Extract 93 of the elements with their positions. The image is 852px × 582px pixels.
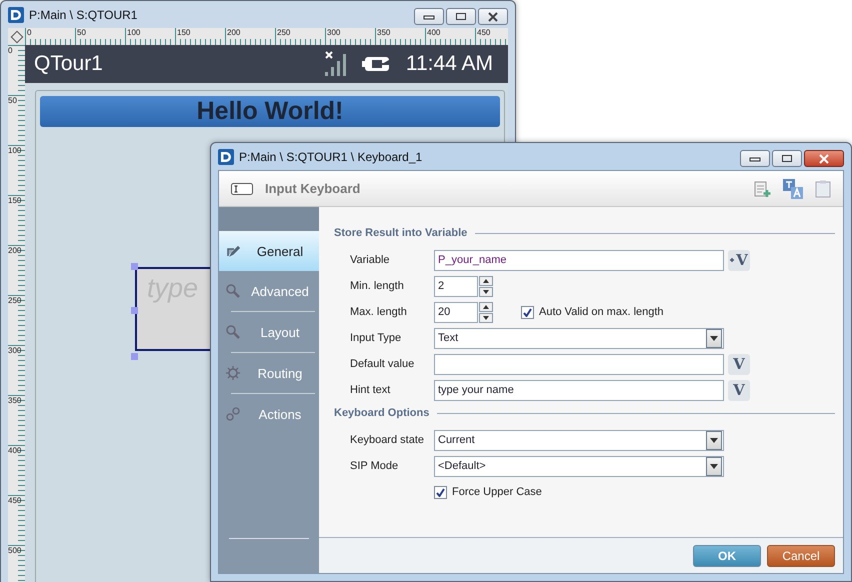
add-document-icon[interactable] bbox=[753, 180, 771, 198]
close-button[interactable] bbox=[804, 150, 844, 167]
close-icon bbox=[487, 12, 499, 22]
text-input-icon bbox=[231, 182, 253, 194]
app-title: QTour1 bbox=[34, 52, 104, 76]
pencil-icon bbox=[225, 243, 241, 259]
field-label: SIP Mode bbox=[350, 460, 400, 472]
ruler-label: 400 bbox=[8, 445, 23, 455]
caret-icon bbox=[710, 464, 718, 468]
caret-icon bbox=[710, 438, 718, 442]
text-field[interactable]: type your name bbox=[434, 380, 724, 400]
number-field[interactable]: 20 bbox=[434, 302, 478, 322]
number-field[interactable]: 2 bbox=[434, 276, 478, 296]
sidebar-tab[interactable]: General bbox=[219, 231, 319, 271]
ruler-label: 350 bbox=[8, 395, 23, 405]
checkmark-icon bbox=[523, 308, 532, 316]
field-label: Min. length bbox=[350, 280, 405, 292]
window-title: P:Main \ S:QTOUR1 \ Keyboard_1 bbox=[239, 150, 424, 164]
ruler-label: 350 bbox=[375, 28, 390, 43]
ruler-label: 250 bbox=[8, 295, 23, 305]
checkmark-icon bbox=[436, 488, 445, 496]
down-caret-icon bbox=[483, 316, 489, 320]
clock-time: 11:44 AM bbox=[406, 52, 493, 76]
up-caret-icon bbox=[483, 304, 489, 308]
dropdown[interactable]: <Default> bbox=[434, 456, 724, 476]
field-label: Keyboard state bbox=[350, 434, 425, 446]
checkbox-option[interactable]: Auto Valid on max. length bbox=[521, 306, 664, 318]
field-label: Default value bbox=[350, 358, 416, 370]
variable-button[interactable]: V bbox=[728, 380, 750, 400]
ruler-label: 500 bbox=[8, 545, 23, 555]
variable-button[interactable]: V bbox=[728, 354, 750, 374]
close-button[interactable] bbox=[478, 8, 508, 25]
clipboard-icon[interactable] bbox=[815, 180, 831, 198]
ruler-label: 150 bbox=[175, 28, 190, 43]
magnifier-icon bbox=[225, 324, 241, 340]
app-logo-icon bbox=[8, 6, 24, 22]
dropdown[interactable]: Current bbox=[434, 430, 724, 450]
ruler-label: 0 bbox=[8, 45, 23, 55]
cancel-button[interactable]: Cancel bbox=[767, 544, 835, 566]
resize-handle[interactable] bbox=[131, 353, 138, 360]
plus-icon bbox=[730, 256, 736, 264]
resize-handle[interactable] bbox=[131, 263, 138, 270]
ruler-label: 0 bbox=[25, 28, 32, 43]
variable-button[interactable]: V bbox=[728, 250, 750, 270]
resize-handle[interactable] bbox=[131, 307, 138, 314]
ruler-label: 100 bbox=[125, 28, 140, 43]
ruler-label: 50 bbox=[8, 95, 23, 105]
ruler-label: 200 bbox=[8, 245, 23, 255]
field-label: Variable bbox=[350, 254, 391, 266]
ruler-label: 50 bbox=[75, 28, 86, 43]
caret-icon bbox=[710, 336, 718, 340]
text-field[interactable]: P_your_name bbox=[434, 250, 724, 270]
field-label: Max. length bbox=[350, 306, 408, 318]
section-heading: Store Result into Variable bbox=[334, 227, 468, 239]
section-heading: Keyboard Options bbox=[334, 407, 430, 419]
minimize-button[interactable] bbox=[414, 8, 444, 25]
field-label: Input Type bbox=[350, 332, 402, 344]
maximize-icon bbox=[455, 12, 467, 21]
window-title: P:Main \ S:QTOUR1 bbox=[29, 8, 138, 22]
checkbox[interactable] bbox=[434, 486, 447, 498]
maximize-icon bbox=[781, 154, 793, 163]
text-field[interactable] bbox=[434, 354, 724, 374]
close-icon bbox=[818, 154, 830, 164]
ruler-label: 200 bbox=[225, 28, 240, 43]
minimize-button[interactable] bbox=[740, 150, 770, 167]
gears-icon bbox=[225, 406, 241, 422]
checkbox-option[interactable]: Force Upper Case bbox=[434, 486, 542, 498]
gear-icon bbox=[225, 365, 241, 381]
form-heading: Hello World! bbox=[40, 96, 500, 127]
down-caret-icon bbox=[483, 290, 489, 294]
ruler-label: 100 bbox=[8, 145, 23, 155]
ruler-label: 450 bbox=[475, 28, 490, 43]
ruler-label: 300 bbox=[325, 28, 340, 43]
ruler-label: 400 bbox=[425, 28, 440, 43]
field-label: Hint text bbox=[350, 384, 392, 396]
rotate-icon[interactable] bbox=[10, 30, 24, 44]
spin-buttons[interactable] bbox=[479, 276, 493, 296]
ruler-label: 450 bbox=[8, 495, 23, 505]
ruler-label: 150 bbox=[8, 195, 23, 205]
maximize-button[interactable] bbox=[772, 150, 802, 167]
ruler-label: 250 bbox=[275, 28, 290, 43]
ruler-label: 300 bbox=[8, 345, 23, 355]
minimize-icon bbox=[423, 12, 435, 20]
maximize-button[interactable] bbox=[446, 8, 476, 25]
magnifier-icon bbox=[225, 283, 241, 299]
translate-icon[interactable] bbox=[783, 178, 803, 198]
checkbox[interactable] bbox=[521, 306, 534, 318]
spin-buttons[interactable] bbox=[479, 302, 493, 322]
minimize-icon bbox=[749, 154, 761, 162]
dialog-heading: Input Keyboard bbox=[265, 181, 362, 196]
dropdown[interactable]: Text bbox=[434, 328, 724, 348]
app-logo-icon bbox=[218, 148, 234, 164]
up-caret-icon bbox=[483, 278, 489, 282]
